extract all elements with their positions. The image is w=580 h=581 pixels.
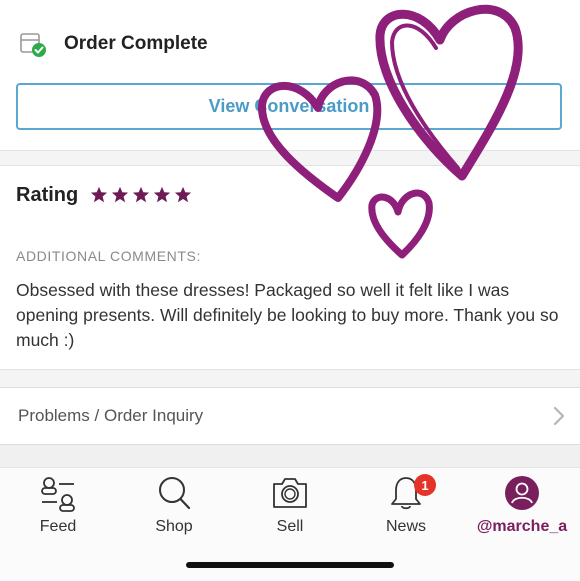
rating-row: Rating <box>16 178 192 212</box>
comments-heading: ADDITIONAL COMMENTS: <box>16 248 201 264</box>
comments-body: Obsessed with these dresses! Packaged so… <box>16 280 559 350</box>
tab-label: Feed <box>39 518 77 535</box>
package-check-icon <box>20 33 46 57</box>
tab-label: Sell <box>276 518 304 535</box>
feed-icon <box>41 477 75 512</box>
home-indicator <box>186 562 394 568</box>
order-inquiry-row[interactable]: Problems / Order Inquiry <box>0 387 580 445</box>
star-icon <box>133 186 150 203</box>
star-icon <box>91 186 108 203</box>
section-divider <box>0 150 580 166</box>
tab-sell[interactable]: Sell <box>232 474 348 536</box>
profile-icon <box>505 476 539 510</box>
tab-news[interactable]: 1 News <box>348 474 464 536</box>
tab-label: @marche_a <box>476 518 568 535</box>
search-icon <box>159 477 191 510</box>
section-divider <box>0 369 580 388</box>
tab-shop[interactable]: Shop <box>116 474 232 536</box>
camera-icon <box>273 478 307 508</box>
rating-label: Rating <box>16 183 79 206</box>
heart-small-icon <box>368 189 433 259</box>
chevron-right-icon <box>553 406 565 426</box>
tab-label: Shop <box>155 518 193 535</box>
tab-feed[interactable]: Feed <box>0 474 116 536</box>
notification-badge: 1 <box>414 474 436 496</box>
star-icon <box>154 186 171 203</box>
order-status: Order Complete <box>18 24 208 64</box>
tab-profile[interactable]: @marche_a <box>464 474 580 536</box>
order-inquiry-label: Problems / Order Inquiry <box>18 406 204 425</box>
star-rating <box>90 186 192 204</box>
star-icon <box>175 186 192 203</box>
order-status-label: Order Complete <box>64 33 208 54</box>
content-footer-gap <box>0 445 580 467</box>
view-conversation-button[interactable]: View Conversation <box>16 83 562 130</box>
tab-label: News <box>385 518 426 535</box>
star-icon <box>112 186 129 203</box>
